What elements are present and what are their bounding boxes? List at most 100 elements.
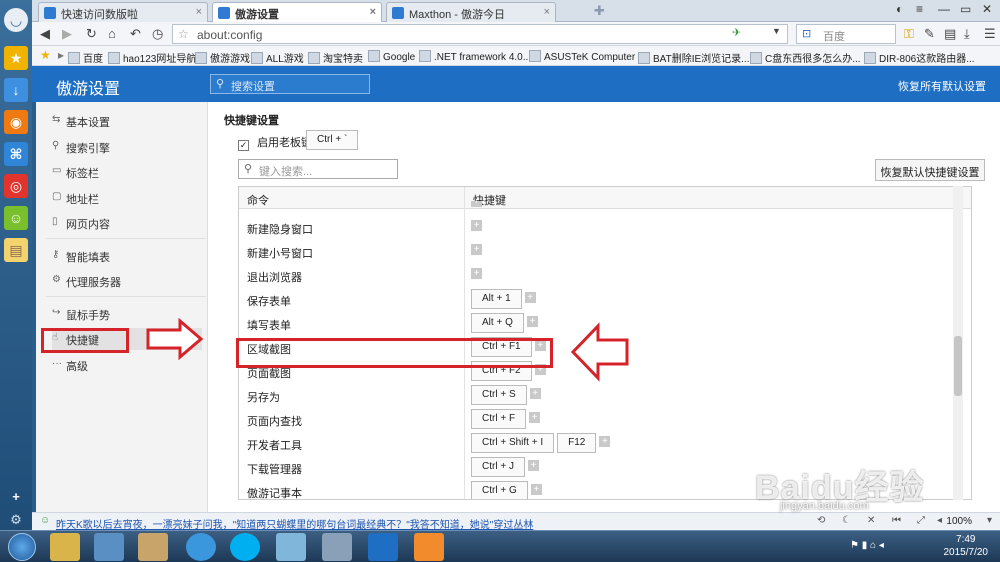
close-tab-icon[interactable]: × xyxy=(370,6,376,18)
favorites-icon[interactable]: ★ xyxy=(40,48,51,62)
bookmark-item[interactable]: Google xyxy=(368,50,415,63)
sidebar-item-addressbar[interactable]: ▢ 地址栏 xyxy=(52,187,202,209)
address-bar[interactable]: ☆ about:config xyxy=(172,24,788,44)
skype-icon[interactable] xyxy=(230,533,260,561)
close-window-icon[interactable]: ✕ xyxy=(982,2,992,16)
tab-quick-access[interactable]: 快速访问数版啦 × xyxy=(38,2,208,22)
tab-maxthon-settings[interactable]: 傲游设置 × xyxy=(212,2,382,22)
notes-icon[interactable]: ▤ xyxy=(4,238,28,262)
skin-icon[interactable]: ◐ xyxy=(896,2,903,16)
sidebar-item-basic[interactable]: ⇆ 基本设置 xyxy=(52,110,202,132)
add-shortcut-icon[interactable]: + xyxy=(524,292,536,303)
shortcut-key-field[interactable]: F12 xyxy=(557,433,597,453)
boss-key-field[interactable]: Ctrl + ` xyxy=(306,130,359,150)
key-icon[interactable]: ⚿ xyxy=(904,26,914,42)
sidebar-item-autofill[interactable]: ⚷ 智能填表 xyxy=(52,245,202,267)
shortcut-key-field[interactable]: Alt + 1 xyxy=(471,289,522,309)
emoji-icon[interactable]: ☺ xyxy=(4,206,28,230)
boss-key-checkbox[interactable]: ✓ xyxy=(238,140,249,151)
game-icon[interactable]: ⌘ xyxy=(4,142,28,166)
sidebar-item-proxy[interactable]: ⚙ 代理服务器 xyxy=(52,270,202,292)
sidebar-item-page-content[interactable]: ▯ 网页内容 xyxy=(52,212,202,234)
settings-app-icon[interactable] xyxy=(322,533,352,561)
settings-search-input[interactable]: ⚲ 搜索设置 xyxy=(210,74,370,94)
shortcut-key-field[interactable]: Ctrl + Shift + I xyxy=(471,433,555,453)
restore-default-shortcuts-button[interactable]: 恢复默认快捷键设置 xyxy=(875,159,985,181)
tab-maxthon-today[interactable]: Maxthon - 傲游今日 × xyxy=(386,2,556,22)
speed-icon[interactable]: ✈ xyxy=(732,26,741,39)
bookmark-item[interactable]: C盘东西很多怎么办... xyxy=(750,50,861,65)
favorites-star-icon[interactable]: ★ xyxy=(4,46,28,70)
add-shortcut-icon[interactable]: + xyxy=(529,388,541,399)
shortcut-key-field[interactable]: Ctrl + G xyxy=(471,481,528,499)
table-scrollbar[interactable] xyxy=(953,186,963,500)
search-box[interactable]: ⊡ 百度 xyxy=(796,24,896,44)
previous-icon[interactable]: ⏮ xyxy=(892,515,901,526)
news-ticker-link[interactable]: 昨天K歌以后去宵夜，一漂亮妹子问我，"知道两只蝴蝶里的哪句台词最经典不？"我答不… xyxy=(56,516,533,531)
zoom-level[interactable]: 100% xyxy=(946,516,972,527)
night-mode-icon[interactable]: ☾ xyxy=(842,515,851,526)
sublime-icon[interactable] xyxy=(414,533,444,561)
bookmark-item[interactable]: hao123网址导航 xyxy=(108,50,196,65)
rss-icon[interactable]: ◉ xyxy=(4,110,28,134)
add-icon[interactable]: + xyxy=(4,484,28,508)
back-icon[interactable]: ◀ xyxy=(40,26,50,42)
notepad-icon[interactable] xyxy=(276,533,306,561)
refresh-icon[interactable]: ↻ xyxy=(86,26,97,42)
add-favorite-icon[interactable]: ▸ xyxy=(58,48,64,62)
boss-key-checkbox-row[interactable]: ✓ 启用老板键 xyxy=(238,134,312,151)
minimize-icon[interactable]: — xyxy=(938,2,950,16)
bookmark-item[interactable]: ASUSTeK Computer I... xyxy=(529,50,649,63)
fullscreen-icon[interactable]: ⤢ xyxy=(917,515,925,526)
undo-icon[interactable]: ↶ xyxy=(130,26,141,42)
add-shortcut-icon[interactable]: + xyxy=(526,316,538,327)
bookmark-item[interactable]: DIR-806这款路由器... xyxy=(864,50,975,65)
zoom-dropdown-icon[interactable]: ▾ xyxy=(987,515,992,526)
maximize-icon[interactable]: ▭ xyxy=(960,2,971,16)
bookmark-item[interactable]: 百度 xyxy=(68,50,103,65)
home-icon[interactable]: ⌂ xyxy=(108,26,116,41)
settings-gear-icon[interactable]: ⚙ xyxy=(4,508,28,532)
sync-icon[interactable]: ⟲ xyxy=(817,515,825,526)
paint-icon[interactable] xyxy=(138,533,168,561)
smile-icon[interactable]: ◡ xyxy=(4,8,28,32)
maxthon-icon[interactable] xyxy=(368,533,398,561)
add-shortcut-icon[interactable]: + xyxy=(471,220,482,231)
add-shortcut-icon[interactable]: + xyxy=(599,436,611,447)
bookmark-item[interactable]: BAT删除IE浏览记录... xyxy=(638,50,750,65)
address-dropdown-icon[interactable]: ▼ xyxy=(772,26,781,36)
scroll-thumb[interactable] xyxy=(954,336,962,396)
history-icon[interactable]: ◷ xyxy=(152,26,163,42)
add-shortcut-icon[interactable]: + xyxy=(471,244,482,255)
add-shortcut-icon[interactable]: + xyxy=(471,268,482,279)
download-icon[interactable]: ↓ xyxy=(4,78,28,102)
tray-icons[interactable]: ⚑ ▮ ⌂ ◂ xyxy=(850,540,884,551)
tools-icon[interactable]: ✎ xyxy=(924,26,935,42)
mute-icon[interactable]: ✕ xyxy=(867,515,875,526)
bookmark-item[interactable]: .NET framework 4.0... xyxy=(419,50,531,63)
shortcut-filter-input[interactable]: ⚲ 键入搜索... xyxy=(238,159,398,179)
shortcut-key-field[interactable]: Alt + Q xyxy=(471,313,524,333)
forward-icon[interactable]: ▶ xyxy=(62,26,72,42)
new-tab-icon[interactable]: ✚ xyxy=(594,3,605,19)
close-tab-icon[interactable]: × xyxy=(196,6,202,18)
close-tab-icon[interactable]: × xyxy=(544,6,550,18)
bookmark-item[interactable]: ALL游戏 xyxy=(251,50,304,65)
sidebar-item-search-engine[interactable]: ⚲ 搜索引擎 xyxy=(52,136,202,158)
control-panel-icon[interactable] xyxy=(94,533,124,561)
menu-icon[interactable]: ≡ xyxy=(916,2,923,16)
taskbar-clock[interactable]: 7:49 2015/7/20 xyxy=(944,533,989,559)
main-menu-icon[interactable]: ☰ xyxy=(984,26,996,42)
bookmark-item[interactable]: 傲游游戏 xyxy=(195,50,250,65)
add-shortcut-icon[interactable]: + xyxy=(529,412,541,423)
add-shortcut-icon[interactable]: + xyxy=(471,201,482,207)
volume-icon[interactable]: ◂ xyxy=(937,515,942,526)
ie-icon[interactable] xyxy=(186,533,216,561)
bookmark-star-icon[interactable]: ☆ xyxy=(178,27,189,41)
sidebar-item-tabbar[interactable]: ▭ 标签栏 xyxy=(52,161,202,183)
weibo-icon[interactable]: ◎ xyxy=(4,174,28,198)
start-button[interactable] xyxy=(8,533,36,561)
shortcut-key-field[interactable]: Ctrl + J xyxy=(471,457,525,477)
add-shortcut-icon[interactable]: + xyxy=(530,484,542,495)
add-shortcut-icon[interactable]: + xyxy=(527,460,539,471)
